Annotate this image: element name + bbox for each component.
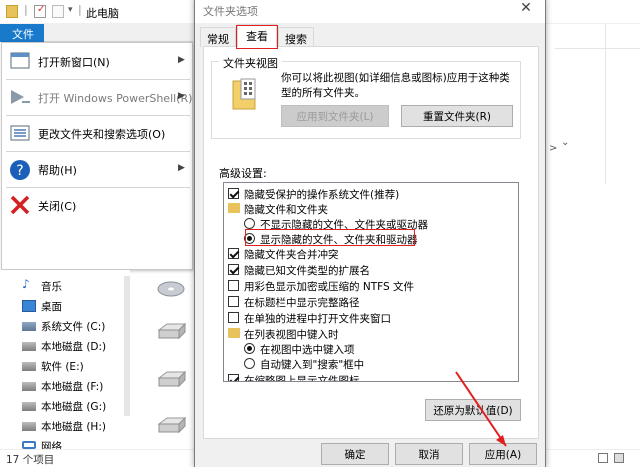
navigation-pane: ♪ 音乐 桌面 系统文件 (C:) 本地磁盘 (D:) 软件 (E:) 本地磁盘… bbox=[0, 270, 132, 453]
screen: | ✓ ▾ | 此电脑 文件 打开新窗口(N) ▶ 打开 Windows Pow… bbox=[0, 0, 640, 467]
apply-button[interactable]: 应用(A) bbox=[469, 443, 537, 465]
highlight-box bbox=[245, 229, 415, 246]
drive-icon bbox=[22, 322, 36, 331]
window-icon bbox=[8, 51, 32, 71]
file-menu: 打开新窗口(N) ▶ 打开 Windows PowerShell(R) ▶ 更改… bbox=[1, 42, 193, 270]
chevron-down-icon[interactable]: ▾ bbox=[68, 5, 73, 15]
advanced-settings-label: 高级设置: bbox=[219, 167, 267, 180]
close-icon[interactable]: ✕ bbox=[513, 0, 539, 16]
tab-general[interactable]: 常规 bbox=[200, 27, 236, 47]
folder-options-dialog: 文件夹选项 ✕ 常规 查看 搜索 文件夹视图 你可以将此视图(如详细信息或图标)… bbox=[194, 0, 546, 467]
nav-item-drive-c[interactable]: 系统文件 (C:) bbox=[22, 317, 132, 335]
chevron-down-icon[interactable]: ⌄ bbox=[561, 137, 569, 148]
radio-button[interactable] bbox=[244, 358, 255, 369]
drive-icon bbox=[22, 362, 36, 371]
drive-icon[interactable] bbox=[155, 368, 187, 390]
apply-to-folders-button[interactable]: 应用到文件夹(L) bbox=[281, 105, 389, 127]
tab-search[interactable]: 搜索 bbox=[278, 27, 314, 47]
options-icon bbox=[8, 123, 32, 143]
folder-icon bbox=[228, 203, 240, 213]
checkbox[interactable] bbox=[228, 264, 239, 275]
ok-button[interactable]: 确定 bbox=[321, 443, 389, 465]
divider bbox=[605, 24, 606, 184]
dialog-title: 文件夹选项 bbox=[203, 5, 258, 18]
divider: | bbox=[24, 3, 28, 16]
submenu-arrow-icon: ▶ bbox=[178, 163, 185, 173]
divider bbox=[555, 48, 640, 49]
nav-item-drive-d[interactable]: 本地磁盘 (D:) bbox=[22, 337, 132, 355]
nav-item-desktop[interactable]: 桌面 bbox=[22, 297, 132, 315]
new-folder-icon[interactable] bbox=[52, 5, 64, 18]
checkbox[interactable] bbox=[228, 374, 239, 381]
properties-icon[interactable]: ✓ bbox=[34, 4, 46, 18]
nav-item-drive-f[interactable]: 本地磁盘 (F:) bbox=[22, 377, 132, 395]
checkbox[interactable] bbox=[228, 188, 239, 199]
checkbox[interactable] bbox=[228, 296, 239, 307]
file-ribbon-tab[interactable]: 文件 bbox=[0, 24, 44, 42]
large-icons-view-icon[interactable] bbox=[614, 453, 624, 463]
dialog-titlebar: 文件夹选项 ✕ bbox=[195, 0, 545, 23]
submenu-arrow-icon: ▶ bbox=[178, 91, 185, 101]
nav-item-drive-g[interactable]: 本地磁盘 (G:) bbox=[22, 397, 132, 415]
menu-item-folder-options[interactable]: 更改文件夹和搜索选项(O) bbox=[2, 117, 192, 149]
menu-item-open-powershell[interactable]: 打开 Windows PowerShell(R) ▶ bbox=[2, 81, 192, 113]
drive-icon bbox=[22, 422, 36, 431]
folder-icon bbox=[231, 77, 259, 111]
folder-view-description: 你可以将此视图(如详细信息或图标)应用于这种类型的所有文件夹。 bbox=[281, 72, 510, 99]
menu-item-open-new-window[interactable]: 打开新窗口(N) ▶ bbox=[2, 45, 192, 77]
checkbox[interactable] bbox=[228, 312, 239, 323]
music-icon: ♪ bbox=[22, 277, 30, 291]
menu-item-help[interactable]: ? 帮助(H) ▶ bbox=[2, 153, 192, 185]
checkbox[interactable] bbox=[228, 248, 239, 259]
advanced-settings-list[interactable]: 隐藏受保护的操作系统文件(推荐) 隐藏文件和文件夹 不显示隐藏的文件、文件夹或驱… bbox=[223, 182, 519, 382]
drive-icon[interactable] bbox=[155, 414, 187, 436]
separator bbox=[6, 79, 190, 80]
desktop-icon bbox=[22, 300, 36, 312]
radio-button[interactable] bbox=[244, 343, 255, 354]
drive-icon bbox=[22, 402, 36, 411]
network-icon bbox=[22, 441, 36, 449]
cd-drive-icon[interactable] bbox=[155, 276, 187, 298]
restore-defaults-button[interactable]: 还原为默认值(D) bbox=[425, 399, 521, 421]
window-title: 此电脑 bbox=[86, 7, 119, 20]
drive-icon bbox=[22, 382, 36, 391]
help-icon: ? bbox=[8, 159, 32, 180]
folder-icon bbox=[6, 5, 18, 18]
ribbon-strip bbox=[44, 24, 194, 42]
drive-icon bbox=[22, 342, 36, 351]
nav-scrollbar[interactable] bbox=[124, 276, 130, 416]
highlight-box bbox=[236, 25, 278, 49]
nav-item-drive-h[interactable]: 本地磁盘 (H:) bbox=[22, 417, 132, 435]
explorer-right-pane: ⌄ > bbox=[545, 24, 640, 449]
radio-button[interactable] bbox=[244, 218, 255, 229]
close-x-icon bbox=[8, 195, 32, 215]
folder-view-legend: 文件夹视图 bbox=[219, 55, 282, 71]
item-count: 17 个项目 bbox=[6, 454, 55, 466]
separator bbox=[6, 151, 190, 152]
nav-item-music[interactable]: ♪ 音乐 bbox=[22, 277, 132, 295]
menu-item-close[interactable]: 关闭(C) bbox=[2, 189, 192, 221]
folder-icon bbox=[228, 328, 240, 338]
separator bbox=[6, 115, 190, 116]
powershell-icon bbox=[8, 87, 32, 107]
checkbox[interactable] bbox=[228, 280, 239, 291]
details-view-icon[interactable] bbox=[598, 453, 608, 463]
nav-item-drive-e[interactable]: 软件 (E:) bbox=[22, 357, 132, 375]
divider: | bbox=[78, 3, 82, 16]
submenu-arrow-icon: ▶ bbox=[178, 55, 185, 65]
chevron-right-icon[interactable]: > bbox=[549, 143, 557, 154]
svg-text:?: ? bbox=[16, 163, 23, 179]
reset-folders-button[interactable]: 重置文件夹(R) bbox=[401, 105, 513, 127]
cancel-button[interactable]: 取消 bbox=[395, 443, 463, 465]
drive-icon[interactable] bbox=[155, 320, 187, 342]
separator bbox=[6, 187, 190, 188]
